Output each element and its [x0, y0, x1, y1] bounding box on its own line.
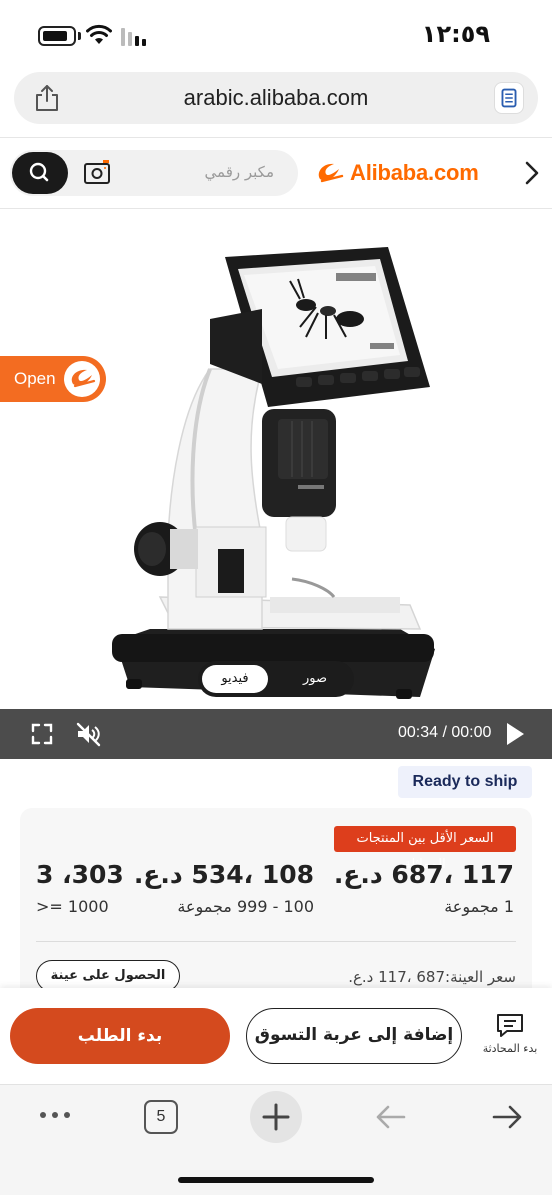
start-order-button[interactable]: بدء الطلب [10, 1008, 230, 1064]
wifi-icon [86, 24, 112, 44]
logo-text: Alibaba.com [350, 160, 479, 185]
video-controls: 00:34 / 00:00 [0, 709, 552, 759]
share-icon[interactable] [34, 84, 60, 112]
ready-to-ship-badge: Ready to ship [398, 766, 532, 798]
price-card: السعر الأقل بين المنتجات المماثلة 117 ،6… [20, 808, 532, 1008]
search-button[interactable] [12, 152, 68, 194]
tier-quantity: 100 - 999 مجموعة [177, 897, 314, 916]
open-in-app-badge[interactable]: Open [0, 356, 106, 402]
chevron-right-icon[interactable] [524, 160, 540, 186]
product-image[interactable] [0, 209, 552, 709]
tab-video[interactable]: فيديو [202, 665, 268, 693]
start-chat-button[interactable]: بدء المحادثة [472, 1010, 548, 1066]
mute-icon[interactable] [74, 720, 102, 748]
media-type-toggle[interactable]: فيديو صور [198, 661, 354, 697]
price-tier: 3 ،303 >= 1000 [36, 860, 124, 916]
fullscreen-icon[interactable] [30, 722, 54, 746]
reader-mode-icon[interactable] [494, 82, 524, 114]
search-bar[interactable]: مكبر رقمي [10, 150, 298, 196]
alibaba-logo[interactable]: Alibaba.com [314, 158, 479, 188]
divider [36, 941, 516, 942]
product-media[interactable]: Open فيديو صور 00:34 / 00:00 [0, 209, 552, 759]
site-header: مكبر رقمي Alibaba.com [0, 138, 552, 208]
tier-quantity: >= 1000 [36, 897, 109, 916]
price-tier: 108 ،534 د.ع. 100 - 999 مجموعة [134, 860, 314, 916]
chat-icon [497, 1014, 523, 1037]
price-tier: 117 ،687 د.ع. 1 مجموعة [334, 860, 514, 916]
sample-price: سعر العينة:687 ،117 د.ع. [348, 968, 516, 986]
browser-toolbar: 5 [0, 1084, 552, 1195]
play-icon[interactable] [504, 721, 526, 747]
battery-tip [78, 32, 81, 40]
action-bar: بدء الطلب إضافة إلى عربة التسوق بدء المح… [0, 988, 552, 1084]
address-bar[interactable]: arabic.alibaba.com [14, 72, 538, 124]
back-arrow-icon[interactable] [374, 1103, 408, 1131]
lowest-price-tag: السعر الأقل بين المنتجات المماثلة [334, 826, 516, 872]
tier-price: 117 ،687 د.ع. [333, 860, 514, 889]
new-tab-button[interactable] [250, 1091, 302, 1143]
status-bar: ١٢:٥٩ [0, 0, 552, 72]
tier-price: 108 ،534 د.ع. [133, 860, 314, 889]
more-icon[interactable] [38, 1107, 72, 1123]
plus-icon [262, 1103, 290, 1131]
home-indicator[interactable] [178, 1177, 374, 1183]
open-label: Open [14, 369, 56, 388]
camera-search-icon[interactable] [82, 158, 112, 186]
signal-icon [121, 28, 146, 46]
tab-photos[interactable]: صور [276, 661, 354, 697]
status-time: ١٢:٥٩ [421, 20, 490, 48]
tabs-button[interactable]: 5 [144, 1100, 178, 1134]
chat-label: بدء المحادثة [482, 1042, 538, 1055]
url-text[interactable]: arabic.alibaba.com [84, 85, 468, 111]
video-time: 00:34 / 00:00 [398, 724, 492, 741]
alibaba-app-icon [64, 361, 100, 397]
search-placeholder[interactable]: مكبر رقمي [205, 163, 274, 181]
search-icon [29, 162, 49, 182]
battery-icon [38, 26, 76, 46]
tier-price: 3 ،303 [36, 860, 124, 889]
tier-quantity: 1 مجموعة [444, 897, 514, 916]
add-to-cart-button[interactable]: إضافة إلى عربة التسوق [246, 1008, 462, 1064]
alibaba-logo-icon [318, 163, 344, 183]
forward-arrow-icon[interactable] [490, 1103, 524, 1131]
